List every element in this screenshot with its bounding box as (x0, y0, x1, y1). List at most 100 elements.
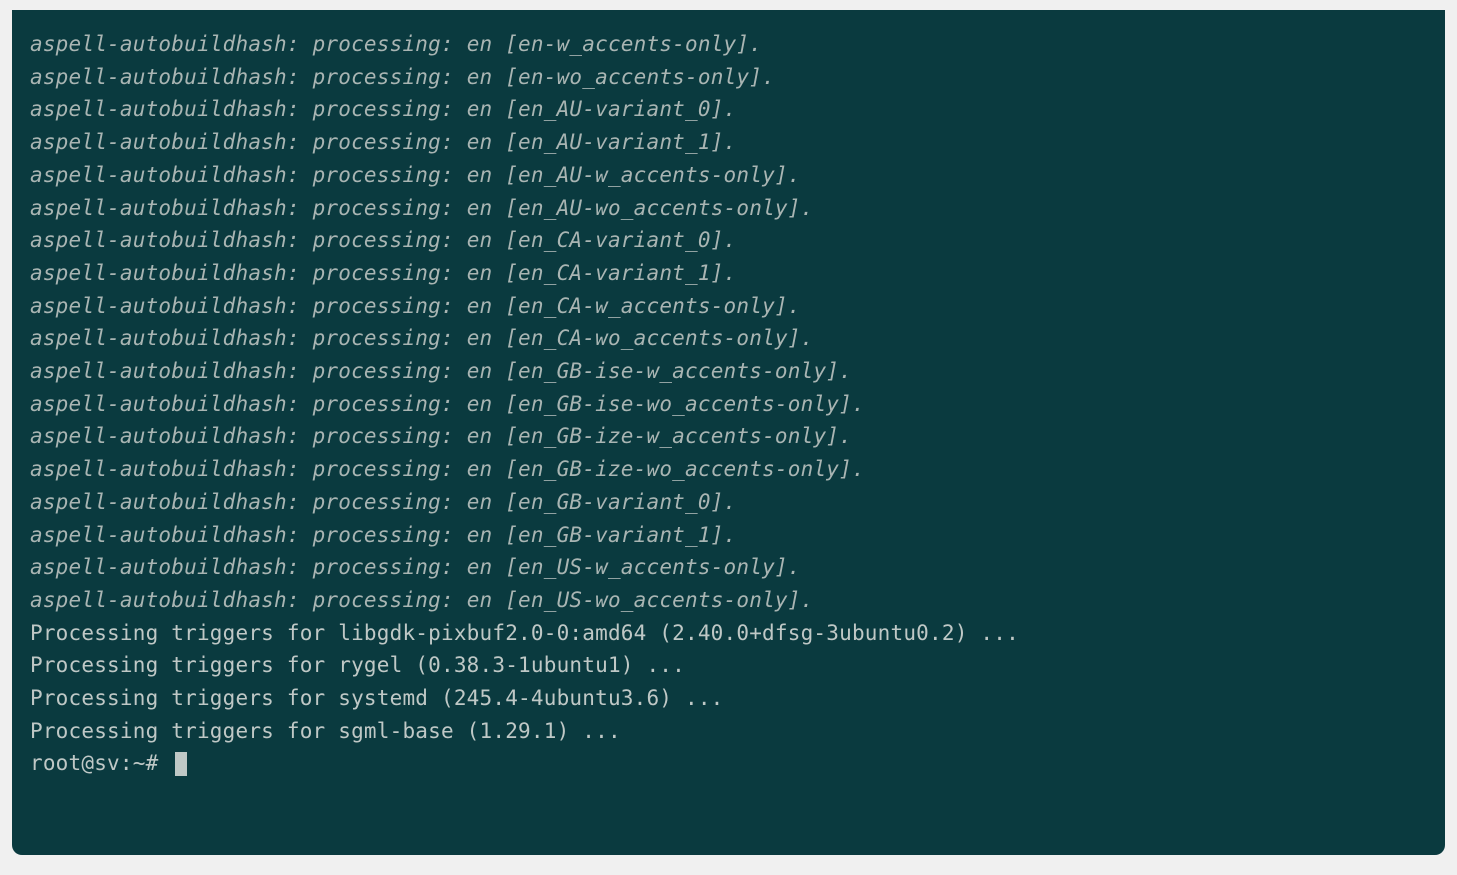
aspell-item-name: [en_CA-wo_accents-only] (505, 326, 800, 350)
aspell-lang-label: en (467, 490, 493, 514)
aspell-output-line: aspell-autobuildhash: processing: en [en… (30, 584, 1439, 617)
aspell-lang-label: en (467, 261, 493, 285)
aspell-processing-label: processing: (313, 424, 454, 448)
aspell-output-line: aspell-autobuildhash: processing: en [en… (30, 126, 1439, 159)
aspell-tool-label: aspell-autobuildhash: (30, 326, 300, 350)
shell-prompt[interactable]: root@sv:~# (30, 747, 1439, 780)
aspell-output-line: aspell-autobuildhash: processing: en [en… (30, 28, 1439, 61)
aspell-lang-label: en (467, 65, 493, 89)
aspell-lang-label: en (467, 228, 493, 252)
aspell-dot: . (749, 32, 762, 56)
aspell-item-name: [en_US-w_accents-only] (505, 555, 788, 579)
aspell-output-line: aspell-autobuildhash: processing: en [en… (30, 257, 1439, 290)
aspell-tool-label: aspell-autobuildhash: (30, 424, 300, 448)
terminal-window[interactable]: aspell-autobuildhash: processing: en [en… (12, 10, 1445, 855)
aspell-item-name: [en_GB-variant_0] (505, 490, 723, 514)
aspell-lang-label: en (467, 359, 493, 383)
aspell-output-line: aspell-autobuildhash: processing: en [en… (30, 519, 1439, 552)
aspell-processing-label: processing: (313, 228, 454, 252)
aspell-lang-label: en (467, 196, 493, 220)
aspell-lang-label: en (467, 32, 493, 56)
aspell-tool-label: aspell-autobuildhash: (30, 163, 300, 187)
aspell-lang-label: en (467, 163, 493, 187)
aspell-item-name: [en_GB-variant_1] (505, 523, 723, 547)
aspell-output-line: aspell-autobuildhash: processing: en [en… (30, 93, 1439, 126)
aspell-lang-label: en (467, 555, 493, 579)
aspell-output-line: aspell-autobuildhash: processing: en [en… (30, 486, 1439, 519)
trigger-output-line: Processing triggers for systemd (245.4-4… (30, 682, 1439, 715)
aspell-dot: . (762, 65, 775, 89)
aspell-dot: . (852, 457, 865, 481)
aspell-item-name: [en_CA-w_accents-only] (505, 294, 788, 318)
aspell-processing-label: processing: (313, 65, 454, 89)
aspell-processing-label: processing: (313, 163, 454, 187)
aspell-tool-label: aspell-autobuildhash: (30, 490, 300, 514)
aspell-tool-label: aspell-autobuildhash: (30, 523, 300, 547)
trigger-output-line: Processing triggers for rygel (0.38.3-1u… (30, 649, 1439, 682)
aspell-dot: . (852, 392, 865, 416)
aspell-dot: . (801, 326, 814, 350)
aspell-tool-label: aspell-autobuildhash: (30, 457, 300, 481)
trigger-output-line: Processing triggers for libgdk-pixbuf2.0… (30, 617, 1439, 650)
aspell-lang-label: en (467, 588, 493, 612)
aspell-processing-label: processing: (313, 359, 454, 383)
aspell-processing-label: processing: (313, 196, 454, 220)
aspell-lang-label: en (467, 326, 493, 350)
trigger-output-line: Processing triggers for sgml-base (1.29.… (30, 715, 1439, 748)
aspell-output-line: aspell-autobuildhash: processing: en [en… (30, 388, 1439, 421)
aspell-processing-label: processing: (313, 457, 454, 481)
aspell-item-name: [en-w_accents-only] (505, 32, 749, 56)
aspell-item-name: [en_US-wo_accents-only] (505, 588, 800, 612)
aspell-item-name: [en_AU-variant_1] (505, 130, 723, 154)
aspell-item-name: [en-wo_accents-only] (505, 65, 762, 89)
aspell-processing-label: processing: (313, 294, 454, 318)
aspell-processing-label: processing: (313, 326, 454, 350)
aspell-lang-label: en (467, 424, 493, 448)
aspell-tool-label: aspell-autobuildhash: (30, 359, 300, 383)
aspell-tool-label: aspell-autobuildhash: (30, 130, 300, 154)
aspell-dot: . (788, 163, 801, 187)
aspell-item-name: [en_CA-variant_0] (505, 228, 723, 252)
aspell-lang-label: en (467, 392, 493, 416)
aspell-item-name: [en_GB-ize-wo_accents-only] (505, 457, 852, 481)
aspell-tool-label: aspell-autobuildhash: (30, 228, 300, 252)
aspell-dot: . (839, 424, 852, 448)
aspell-tool-label: aspell-autobuildhash: (30, 196, 300, 220)
aspell-item-name: [en_AU-w_accents-only] (505, 163, 788, 187)
aspell-item-name: [en_AU-variant_0] (505, 97, 723, 121)
aspell-dot: . (788, 294, 801, 318)
aspell-output-line: aspell-autobuildhash: processing: en [en… (30, 453, 1439, 486)
aspell-item-name: [en_AU-wo_accents-only] (505, 196, 800, 220)
aspell-dot: . (788, 555, 801, 579)
aspell-tool-label: aspell-autobuildhash: (30, 261, 300, 285)
terminal-output: aspell-autobuildhash: processing: en [en… (30, 28, 1439, 780)
aspell-dot: . (839, 359, 852, 383)
aspell-processing-label: processing: (313, 555, 454, 579)
aspell-dot: . (724, 490, 737, 514)
aspell-tool-label: aspell-autobuildhash: (30, 392, 300, 416)
aspell-dot: . (724, 97, 737, 121)
aspell-dot: . (801, 588, 814, 612)
aspell-dot: . (724, 261, 737, 285)
aspell-dot: . (724, 130, 737, 154)
aspell-output-line: aspell-autobuildhash: processing: en [en… (30, 61, 1439, 94)
aspell-processing-label: processing: (313, 261, 454, 285)
aspell-tool-label: aspell-autobuildhash: (30, 32, 300, 56)
aspell-dot: . (801, 196, 814, 220)
aspell-output-line: aspell-autobuildhash: processing: en [en… (30, 290, 1439, 323)
aspell-processing-label: processing: (313, 392, 454, 416)
aspell-processing-label: processing: (313, 523, 454, 547)
aspell-dot: . (724, 523, 737, 547)
aspell-lang-label: en (467, 523, 493, 547)
aspell-processing-label: processing: (313, 130, 454, 154)
aspell-tool-label: aspell-autobuildhash: (30, 555, 300, 579)
aspell-item-name: [en_CA-variant_1] (505, 261, 723, 285)
aspell-tool-label: aspell-autobuildhash: (30, 294, 300, 318)
aspell-output-line: aspell-autobuildhash: processing: en [en… (30, 192, 1439, 225)
aspell-lang-label: en (467, 457, 493, 481)
aspell-tool-label: aspell-autobuildhash: (30, 97, 300, 121)
aspell-lang-label: en (467, 97, 493, 121)
prompt-text: root@sv:~# (30, 747, 171, 780)
aspell-processing-label: processing: (313, 32, 454, 56)
terminal-cursor (175, 752, 187, 776)
